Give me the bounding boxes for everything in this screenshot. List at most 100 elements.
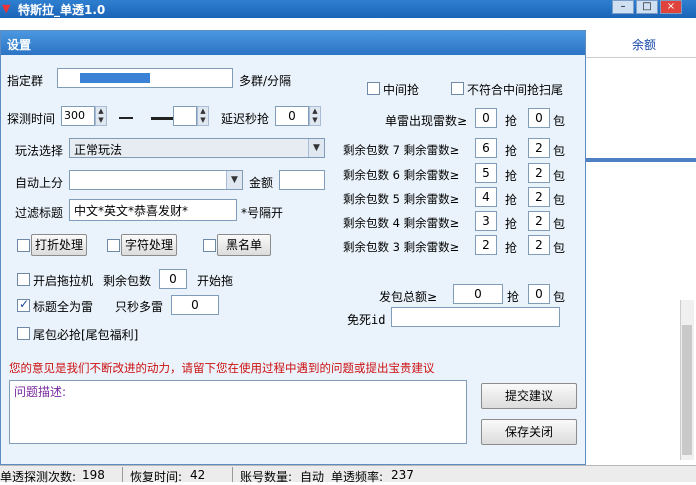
rule-unit-label: 包 — [553, 144, 566, 158]
rule-label: 剩余包数 7 剩余雷数≥ — [343, 143, 460, 157]
send-total-label: 发包总额≥ — [379, 290, 438, 304]
rule-unit-label: 包 — [553, 241, 566, 255]
main-titlebar: ▼ 特斯拉_单透1.0 – □ × — [0, 0, 696, 18]
discount-checkbox[interactable] — [17, 239, 30, 252]
non-middle-label: 不符合中间抢扫尾 — [467, 83, 564, 97]
save-close-button[interactable]: 保存关闭 — [481, 419, 577, 445]
rule-packs-input[interactable]: 2 — [528, 187, 550, 207]
middle-grab-label: 中间抢 — [383, 83, 420, 97]
immune-input[interactable] — [391, 307, 560, 327]
char-checkbox[interactable] — [107, 239, 120, 252]
minimize-icon[interactable]: – — [612, 0, 634, 14]
filter-input[interactable]: 中文*英文*恭喜发财* — [69, 199, 237, 221]
detect-time-range-input[interactable] — [173, 106, 197, 126]
rule-packs-input[interactable]: 2 — [528, 163, 550, 183]
submit-feedback-button[interactable]: 提交建议 — [481, 383, 577, 409]
rule-mines-input[interactable]: 6 — [475, 138, 497, 158]
start-drag-label: 开始拖 — [197, 274, 234, 288]
group-label: 指定群 — [7, 74, 44, 88]
account-count-value: 自动 — [300, 470, 325, 484]
blacklist-button[interactable]: 黑名单 — [217, 234, 271, 256]
main-window-title: 特斯拉_单透1.0 — [18, 3, 106, 17]
dialog-title: 设置 — [7, 38, 32, 52]
send-grab-label: 抢 — [507, 290, 520, 304]
delay-spinner[interactable]: ▲ ▼ — [309, 106, 321, 126]
table-header: 余额 — [586, 28, 696, 58]
middle-grab-checkbox[interactable] — [367, 82, 380, 95]
recover-time-label: 恢复时间: — [130, 470, 183, 484]
selected-row[interactable] — [586, 158, 696, 162]
blacklist-checkbox[interactable] — [203, 239, 216, 252]
rule-grab-label: 抢 — [505, 193, 518, 207]
recover-time-value: 42 — [190, 468, 206, 482]
rule-mines-input[interactable]: 4 — [475, 187, 497, 207]
feedback-textarea[interactable]: 问题描述: — [9, 380, 467, 444]
rule-mines-input[interactable]: 0 — [475, 108, 497, 128]
delay-input[interactable]: 0 — [275, 106, 309, 126]
remaining-label: 剩余包数 — [103, 274, 152, 288]
play-select-value: 正常玩法 — [74, 143, 123, 157]
rule-label: 剩余包数 3 剩余雷数≥ — [343, 240, 460, 254]
group-input[interactable] — [57, 68, 233, 88]
seconds-mine-label: 只秒多雷 — [115, 300, 164, 314]
rule-label: 单雷出现雷数≥ — [385, 114, 468, 128]
all-mine-label: 标题全为雷 — [33, 300, 94, 314]
rule-unit-label: 包 — [553, 169, 566, 183]
app-logo-icon: ▼ — [2, 2, 11, 15]
status-divider — [232, 467, 233, 482]
rule-grab-label: 抢 — [505, 241, 518, 255]
rule-packs-input[interactable]: 0 — [528, 108, 550, 128]
rule-grab-label: 抢 — [505, 217, 518, 231]
tractor-checkbox[interactable] — [17, 273, 30, 286]
rule-grab-label: 抢 — [505, 144, 518, 158]
auto-score-label: 自动上分 — [15, 176, 64, 190]
frequency-label: 单透频率: — [331, 470, 384, 484]
chevron-down-icon[interactable]: ▼ — [308, 139, 324, 157]
chevron-down-icon[interactable]: ▼ — [226, 171, 242, 189]
detect-time-input[interactable]: 300 — [61, 106, 95, 126]
all-mine-checkbox[interactable] — [17, 297, 30, 312]
rule-unit-label: 包 — [553, 217, 566, 231]
amount-input[interactable] — [279, 170, 325, 190]
discount-button[interactable]: 打折处理 — [31, 234, 87, 256]
rule-unit-label: 包 — [553, 114, 566, 128]
auto-score-select[interactable] — [69, 170, 243, 190]
remaining-input[interactable]: 0 — [159, 269, 187, 289]
rule-grab-label: 抢 — [505, 114, 518, 128]
maximize-icon[interactable]: □ — [636, 0, 658, 14]
dialog-titlebar[interactable]: 设置 — [1, 31, 585, 55]
tail-checkbox[interactable] — [17, 327, 30, 340]
non-middle-checkbox[interactable] — [451, 82, 464, 95]
rule-grab-label: 抢 — [505, 169, 518, 183]
immune-label: 免死id — [347, 313, 386, 327]
slider-track-icon — [119, 117, 133, 119]
char-process-button[interactable]: 字符处理 — [121, 234, 177, 256]
rule-mines-input[interactable]: 5 — [475, 163, 497, 183]
rule-label: 剩余包数 6 剩余雷数≥ — [343, 168, 460, 182]
settings-dialog: 设置 指定群 多群/分隔 探测时间 300 ▲ ▼ ▲ ▼ 延迟秒抢 0 ▲ ▼ 玩法… — [0, 30, 586, 465]
detect-count-value: 198 — [82, 468, 105, 482]
close-icon[interactable]: × — [660, 0, 682, 14]
range-spinner[interactable]: ▲ ▼ — [197, 106, 209, 126]
seconds-mine-input[interactable]: 0 — [171, 295, 219, 315]
rule-mines-input[interactable]: 3 — [475, 211, 497, 231]
rule-packs-input[interactable]: 2 — [528, 211, 550, 231]
rule-mines-input[interactable]: 2 — [475, 235, 497, 255]
send-total-input[interactable]: 0 — [453, 284, 503, 304]
slider-track-icon — [151, 117, 173, 120]
rule-packs-input[interactable]: 2 — [528, 235, 550, 255]
play-label: 玩法选择 — [15, 144, 64, 158]
delay-label: 延迟秒抢 — [221, 112, 270, 126]
tail-label: 尾包必抢[尾包福利] — [33, 328, 139, 342]
scrollbar-thumb[interactable] — [682, 325, 692, 455]
column-header-balance[interactable]: 余额 — [632, 36, 656, 53]
detect-count-label: 单透探测次数: — [0, 470, 77, 484]
status-bar: 单透探测次数: 198 恢复时间: 42 账号数量: 自动 单透频率: 237 — [0, 465, 696, 484]
account-count-label: 账号数量: — [240, 470, 293, 484]
rule-unit-label: 包 — [553, 193, 566, 207]
play-select[interactable]: 正常玩法 — [69, 138, 325, 158]
detect-time-spinner[interactable]: ▲ ▼ — [95, 106, 107, 126]
rule-packs-input[interactable]: 2 — [528, 138, 550, 158]
send-packs-input[interactable]: 0 — [528, 284, 550, 304]
feedback-notice: 您的意见是我们不断改进的动力，请留下您在使用过程中遇到的问题或提出宝贵建议 — [9, 361, 435, 375]
